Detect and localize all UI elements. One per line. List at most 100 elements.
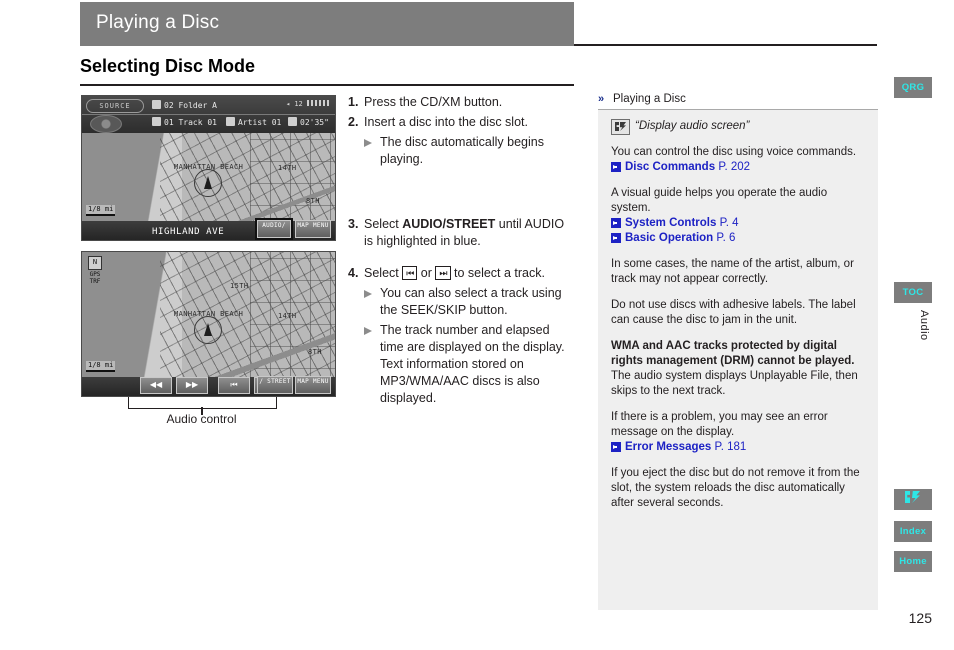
panel-blocks: You can control the disc using voice com… (611, 145, 865, 511)
step-text: Select (364, 217, 403, 231)
previous-track-button[interactable]: ⏮ (218, 377, 250, 394)
clock-icon (288, 117, 297, 126)
arrow-link-icon (611, 233, 621, 243)
step-item: 4. Select ⏮ or ⏭ to select a track. (348, 265, 574, 282)
tab-qrg[interactable]: QRG (894, 77, 932, 98)
artist-info: Artist 01 (226, 117, 281, 127)
elapsed-time-info: 02'35" (288, 117, 329, 127)
info-panel-content: “Display audio screen” You can control t… (598, 110, 878, 532)
panel-header: » Playing a Disc (598, 93, 878, 110)
panel-paragraph: Do not use discs with adhesive labels. T… (611, 299, 856, 326)
link-page-ref: P. 6 (716, 232, 736, 244)
step-number: 4. (348, 266, 359, 280)
panel-paragraph: A visual guide helps you operate the aud… (611, 187, 828, 214)
track-label: 01 Track 01 (164, 118, 217, 127)
map-canvas-1: MANHATTAN BEACH 14TH 8TH 1/8 mi HIGHLAND… (82, 133, 335, 240)
voice-command-text: “Display audio screen” (635, 120, 750, 132)
step-subnote: You can also select a track using the SE… (348, 285, 574, 319)
tab-voice-commands[interactable] (894, 489, 932, 510)
panel-header-title: Playing a Disc (613, 93, 686, 105)
step-subnote-text: You can also select a track using the SE… (380, 286, 562, 317)
audio-street-button[interactable]: AUDIO/ (255, 218, 293, 240)
tab-home[interactable]: Home (894, 551, 932, 572)
step-number: 3. (348, 217, 359, 231)
map-scale: 1/8 mi (86, 205, 116, 216)
panel-paragraph: In some cases, the name of the artist, a… (611, 258, 854, 285)
link-label: System Controls (625, 217, 720, 229)
link-label: Disc Commands (625, 161, 719, 173)
step-number: 1. (348, 95, 359, 109)
step-text-bold: AUDIO/STREET (402, 217, 496, 231)
volume-bars (307, 100, 329, 106)
compass-icon: N (88, 256, 102, 270)
map-menu-button[interactable]: MAP MENU (295, 376, 331, 394)
map-menu-button[interactable]: MAP MENU (295, 220, 331, 238)
highway-line (202, 252, 335, 396)
page-number: 125 (908, 610, 932, 626)
arrow-link-icon (611, 162, 621, 172)
map-label-street-b: 8TH (306, 197, 320, 205)
map-label-street-c: 8TH (308, 348, 322, 356)
artist-label: Artist 01 (238, 118, 282, 127)
step-text: Press the CD/XM button. (364, 95, 503, 109)
link-page-ref: P. 202 (718, 161, 751, 173)
voice-command-icon (903, 491, 923, 504)
audio-nav-screenshot: SOURCE 02 Folder A ◂ 12 01 Track 01 Arti… (81, 95, 336, 241)
panel-paragraph: If you eject the disc but do not remove … (611, 467, 860, 509)
page-title: Playing a Disc (96, 12, 220, 33)
link-page-ref: P. 4 (719, 217, 739, 229)
track-info: 01 Track 01 (152, 117, 217, 127)
step-item: 2. Insert a disc into the disc slot. (348, 114, 574, 131)
layout-spacer (348, 168, 574, 216)
map-label-street-a: 15TH (230, 282, 249, 290)
volume-value: 12 (294, 100, 303, 108)
step-text: Insert a disc into the disc slot. (364, 115, 528, 129)
step-keycap: ⏭ (435, 266, 451, 280)
cross-reference-link[interactable]: Error Messages P. 181 (611, 440, 865, 455)
rewind-button[interactable]: ◀◀ (140, 377, 172, 394)
current-street-name: HIGHLAND AVE (152, 227, 225, 237)
page-header-bar: Playing a Disc (80, 2, 574, 46)
tab-index[interactable]: Index (894, 521, 932, 542)
step-subnote-text: The disc automatically begins playing. (380, 135, 544, 166)
note-icon (152, 117, 161, 126)
double-chevron-icon: » (598, 93, 605, 105)
map-scale: 1/8 mi (86, 361, 116, 372)
panel-paragraph: The audio system displays Unplayable Fil… (611, 370, 858, 397)
tab-toc[interactable]: TOC (894, 282, 932, 303)
gps-label: GPS (89, 271, 101, 278)
disc-icon (90, 115, 122, 133)
map-canvas-2: N GPS TRF MANHATTAN BEACH 15TH 14TH 8TH … (82, 252, 335, 396)
arrow-link-icon (611, 218, 621, 228)
speaker-icon: ◂ (285, 100, 291, 108)
step-item: 3. Select AUDIO/STREET until AUDIO is hig… (348, 216, 574, 250)
section-label-audio: Audio (918, 310, 930, 341)
cross-reference-link[interactable]: Basic Operation P. 6 (611, 231, 865, 246)
step-subnote-text: The track number and elapsed time are di… (380, 323, 565, 405)
callout-caption: Audio control (166, 412, 237, 426)
panel-paragraph: If there is a problem, you may see an er… (611, 411, 828, 438)
map-label-street-a: 14TH (278, 164, 297, 172)
fast-forward-button[interactable]: ▶▶ (176, 377, 208, 394)
source-button[interactable]: SOURCE (86, 99, 144, 113)
person-icon (226, 117, 235, 126)
step-keycap: ⏮ (402, 266, 418, 280)
triangle-bullet-icon (364, 139, 372, 147)
map-audio-control-screenshot: N GPS TRF MANHATTAN BEACH 15TH 14TH 8TH … (81, 251, 336, 397)
step-subnote: The track number and elapsed time are di… (348, 322, 574, 407)
gps-status-indicator: N GPS TRF (86, 256, 104, 285)
vehicle-position-icon (194, 169, 222, 197)
street-button[interactable]: / STREET (257, 376, 293, 394)
folder-info: 02 Folder A (152, 100, 217, 110)
folder-label: 02 Folder A (164, 101, 217, 110)
step-subnote: The disc automatically begins playing. (348, 134, 574, 168)
panel-paragraph-bold: WMA and AAC tracks protected by digital … (611, 340, 855, 367)
step-text: Select (364, 266, 403, 280)
voice-command-icon (611, 119, 630, 135)
audio-info-bar: SOURCE 02 Folder A ◂ 12 01 Track 01 Arti… (82, 96, 335, 133)
elapsed-label: 02'35" (300, 118, 329, 127)
step-number: 2. (348, 115, 359, 129)
cross-reference-link[interactable]: Disc Commands P. 202 (611, 160, 865, 175)
cross-reference-link[interactable]: System Controls P. 4 (611, 216, 865, 231)
vehicle-position-icon (194, 316, 222, 344)
